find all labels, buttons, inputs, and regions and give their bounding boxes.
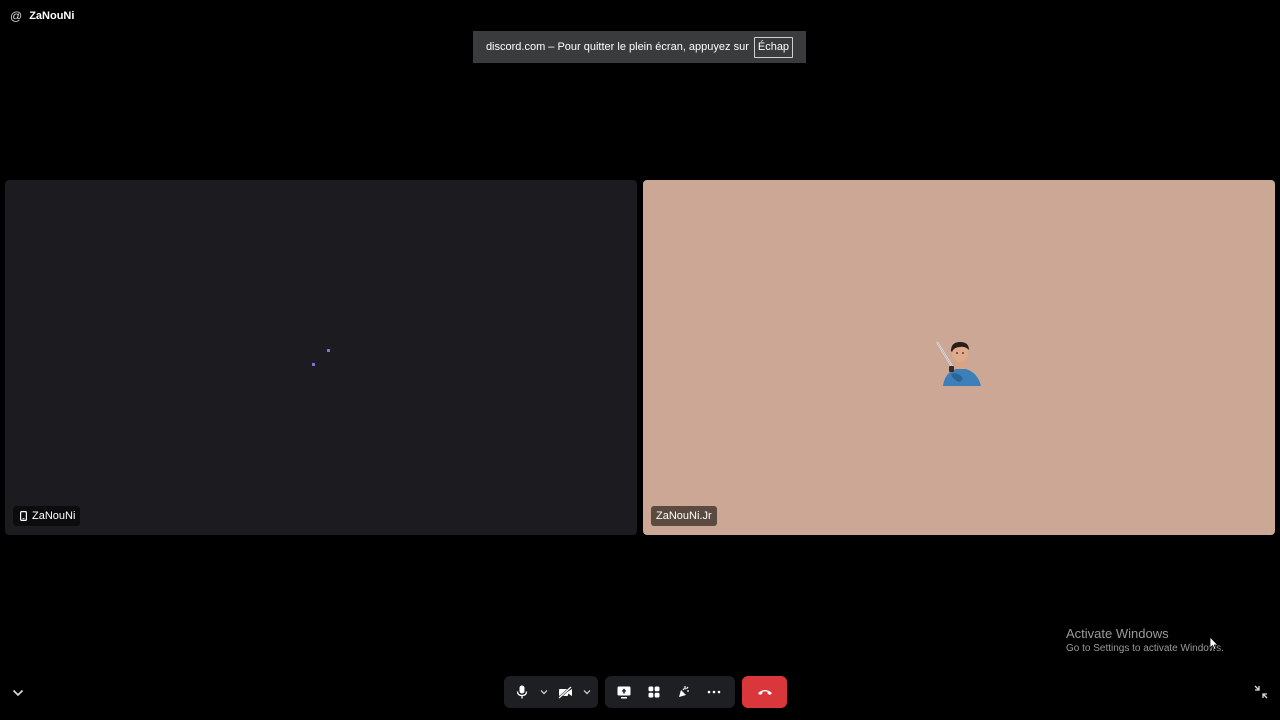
chevron-down-icon: [540, 690, 547, 695]
camera-toggle-button[interactable]: [551, 678, 579, 706]
participant-name: ZaNouNi.Jr: [656, 510, 712, 522]
loading-indicator-dot: [327, 349, 330, 352]
participant-name-tag: ZaNouNi.Jr: [651, 506, 717, 526]
more-options-button[interactable]: [699, 678, 729, 706]
at-icon: @: [10, 9, 23, 23]
fullscreen-banner: discord.com – Pour quitter le plein écra…: [473, 31, 806, 63]
more-icon: [707, 690, 721, 694]
chevron-down-icon: [583, 690, 590, 695]
phone-icon: [18, 511, 29, 522]
call-header: @ ZaNouNi: [10, 9, 74, 23]
screen-share-icon: [617, 686, 631, 698]
mouse-cursor: [1209, 636, 1219, 651]
watermark-subtitle: Go to Settings to activate Windows.: [1066, 643, 1224, 654]
participant-name: ZaNouNi: [32, 510, 76, 522]
escape-key: Échap: [753, 36, 794, 58]
loading-indicator-dot: [312, 363, 315, 366]
avatar: [935, 336, 985, 386]
activate-windows-watermark: Activate Windows Go to Settings to activ…: [1066, 626, 1224, 656]
collapse-chevron-button[interactable]: [10, 686, 26, 700]
chevron-down-icon: [12, 689, 24, 697]
soundboard-icon: [679, 686, 689, 697]
microphone-icon: [516, 685, 528, 699]
screen-share-button[interactable]: [609, 678, 639, 706]
video-options-button[interactable]: [579, 678, 594, 706]
exit-fullscreen-button[interactable]: [1253, 684, 1269, 700]
watermark-title: Activate Windows: [1066, 626, 1169, 641]
call-action-controls: [605, 676, 735, 708]
hang-up-icon: [757, 690, 772, 695]
exit-fullscreen-icon: [1254, 685, 1268, 699]
participant-tile-zanouni[interactable]: ZaNouNi: [5, 180, 637, 535]
soundboard-button[interactable]: [669, 678, 699, 706]
channel-name: ZaNouNi: [29, 10, 75, 22]
camera-off-icon: [557, 685, 572, 699]
activities-button[interactable]: [639, 678, 669, 706]
activities-icon: [648, 686, 660, 698]
audio-options-button[interactable]: [536, 678, 551, 706]
mute-button[interactable]: [508, 678, 536, 706]
fullscreen-message: discord.com – Pour quitter le plein écra…: [485, 41, 749, 53]
participant-name-tag: ZaNouNi: [13, 506, 81, 526]
disconnect-button[interactable]: [742, 676, 787, 708]
audio-video-controls: [504, 676, 598, 708]
participant-tile-zanouni-jr[interactable]: ZaNouNi.Jr: [643, 180, 1275, 535]
